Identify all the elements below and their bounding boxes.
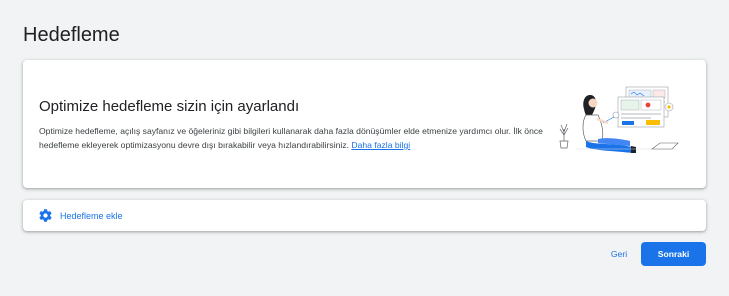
add-targeting-label: Hedefleme ekle: [60, 210, 123, 221]
gear-icon: [38, 208, 53, 223]
person-with-laptop-illustration: [559, 86, 679, 153]
card-description: Optimize hedefleme, açılış sayfanız ve ö…: [39, 124, 551, 152]
learn-more-link[interactable]: Daha fazla bilgi: [351, 140, 410, 150]
card-heading: Optimize hedefleme sizin için ayarlandı: [39, 98, 300, 115]
description-text: Optimize hedefleme, açılış sayfanız ve ö…: [39, 126, 543, 150]
optimized-targeting-card: Optimize hedefleme sizin için ayarlandı …: [23, 60, 706, 188]
back-button[interactable]: Geri: [600, 243, 638, 265]
next-button[interactable]: Sonraki: [641, 242, 706, 266]
page-title: Hedefleme: [23, 24, 120, 46]
add-targeting-button[interactable]: Hedefleme ekle: [23, 200, 706, 231]
